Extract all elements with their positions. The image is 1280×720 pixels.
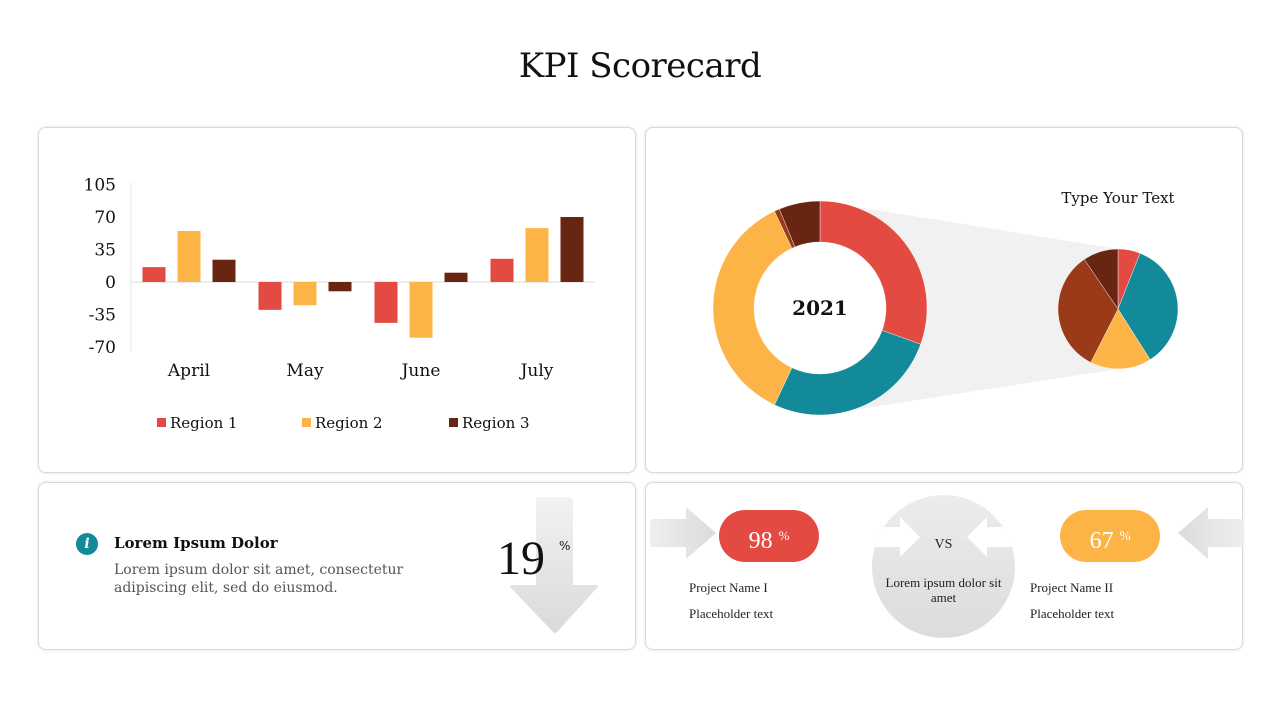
donut-pie-chart: 2021 Type Your Text [712, 189, 1179, 416]
metric-value: 19 [497, 532, 545, 585]
legend-label: Region 2 [315, 414, 383, 432]
project-1-subtext: Placeholder text [689, 606, 774, 621]
project-1-score-badge: 98% [719, 510, 819, 562]
y-tick-label: 0 [105, 273, 116, 293]
bar-region-1-may [258, 282, 282, 310]
bar-region-2-april [177, 230, 201, 282]
legend-label: Region 3 [462, 414, 530, 432]
legend-swatch [449, 418, 458, 427]
info-heading: Lorem Ipsum Dolor [114, 534, 278, 552]
legend-swatch [157, 418, 166, 427]
bar-region-3-june [444, 272, 468, 282]
bar-region-3-july [560, 217, 584, 282]
y-tick-label: 105 [84, 176, 116, 196]
vs-circle: VS Lorem ipsum dolor sit amet [872, 495, 1015, 638]
project-2-score: 67 [1089, 528, 1114, 554]
x-tick-label: May [286, 361, 324, 381]
info-body: Lorem ipsum dolor sit amet, consectetur … [114, 562, 404, 596]
bar-region-1-april [142, 267, 166, 282]
y-tick-label: -35 [89, 306, 116, 326]
bar-region-3-april [212, 259, 236, 282]
bar-region-2-june [409, 282, 433, 338]
y-tick-label: -70 [89, 338, 116, 358]
donut-chart-card: 2021 Type Your Text [645, 127, 1243, 473]
y-tick-label: 70 [94, 208, 116, 228]
legend-swatch [302, 418, 311, 427]
project-2-name: Project Name II [1030, 580, 1114, 595]
vs-description: Lorem ipsum dolor sit amet [885, 575, 1002, 605]
project-2-score-badge: 67% [1060, 510, 1160, 562]
vs-label: VS [934, 537, 953, 552]
project-2-subtext: Placeholder text [1030, 606, 1115, 621]
info-icon: i [76, 533, 98, 555]
bar-region-2-may [293, 282, 317, 306]
metric-unit: % [559, 539, 571, 553]
bar-chart: 105 70 35 0 -35 -70 April May June July Region 1 Re… [84, 176, 595, 432]
bar-region-3-may [328, 282, 352, 292]
pie-title: Type Your Text [1061, 189, 1174, 207]
project-1-name: Project Name I [689, 580, 768, 595]
bar-region-1-july [490, 258, 514, 282]
bar-region-1-june [374, 282, 398, 323]
arrow-left-icon [1178, 507, 1244, 559]
x-tick-label: June [400, 361, 441, 381]
x-tick-label: April [167, 361, 210, 381]
page-title: KPI Scorecard [518, 46, 762, 86]
y-tick-label: 35 [94, 241, 116, 261]
comparison-card: 98% Project Name I Placeholder text VS L… [645, 482, 1244, 650]
donut-center-label: 2021 [792, 296, 848, 320]
bar-region-2-july [525, 228, 549, 282]
project-1-score: 98 [748, 528, 773, 554]
info-card: i Lorem Ipsum Dolor Lorem ipsum dolor si… [38, 482, 636, 650]
legend-label: Region 1 [170, 414, 238, 432]
bar-chart-card: 105 70 35 0 -35 -70 April May June July Region 1 Re… [38, 127, 636, 473]
arrow-right-icon [650, 507, 716, 559]
project-1-unit: % [778, 528, 790, 543]
x-tick-label: July [519, 361, 554, 381]
project-2-unit: % [1119, 528, 1131, 543]
